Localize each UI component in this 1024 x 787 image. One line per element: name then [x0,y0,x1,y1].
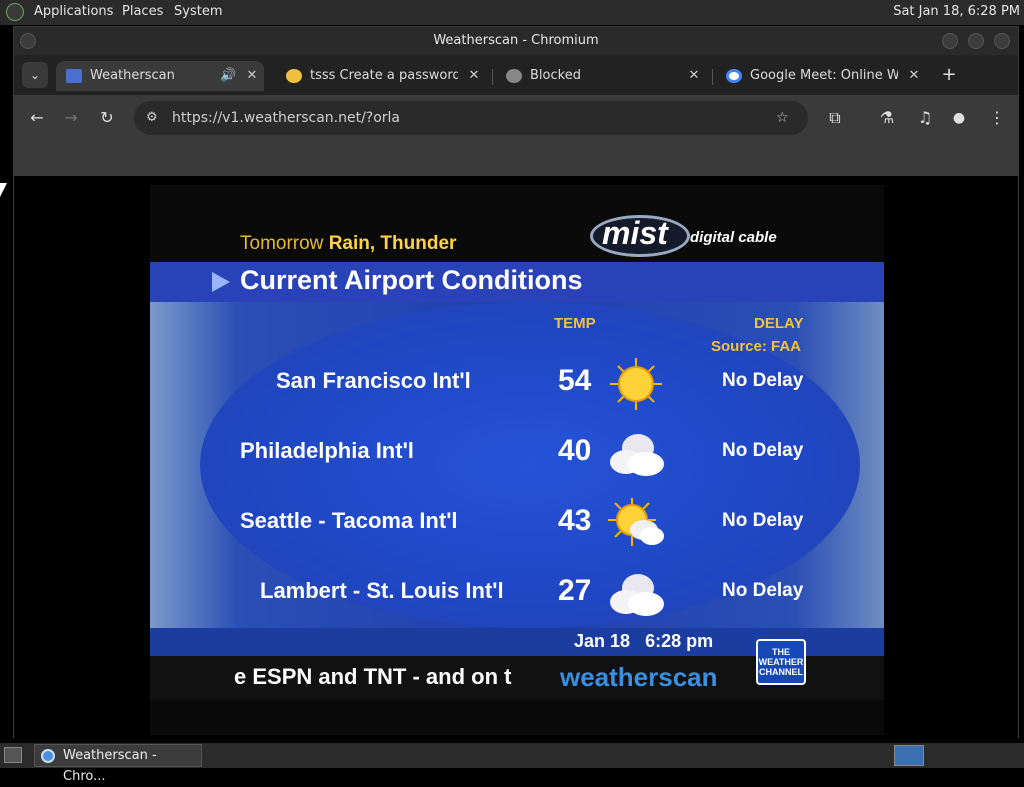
ticker-text: e ESPN and TNT - and on t [234,664,512,689]
show-desktop-icon[interactable] [4,747,22,763]
panel-clock[interactable]: Sat Jan 18, 6:28 PM [893,4,1020,19]
temp-column-header: TEMP [554,315,596,332]
partly-cloudy-icon [608,498,664,546]
page-viewport: Tomorrow Rain, Thunder mist digital cabl… [14,176,1018,738]
top-panel: Applications Places System Sat Jan 18, 6… [0,0,1024,25]
google-favicon-icon [726,69,742,83]
places-menu[interactable]: Places [122,4,163,19]
tab-label: Weatherscan [90,68,175,83]
site-info-icon[interactable]: ⚙ [146,101,158,135]
tomorrow-condition: Rain, Thunder [328,233,457,254]
chromium-icon [41,749,55,763]
tab-blocked[interactable]: Blocked ✕ [496,61,706,91]
conditions-panel: Current Airport Conditions TEMP DELAY So… [150,262,884,628]
tab-close-icon[interactable]: ✕ [244,61,260,91]
delay-source: Source: FAA [711,338,802,355]
play-arrow-icon [212,272,230,292]
weather-channel-logo: THE WEATHER CHANNEL [756,639,806,685]
airport-temp: 40 [558,434,592,467]
audio-icon[interactable]: 🔊 [220,61,236,91]
date-time: Jan 18 6:28 pm [574,631,713,652]
airport-name: Lambert - St. Louis Int'l [260,578,504,603]
tomorrow-label: Tomorrow [240,233,324,254]
cloudy-icon [610,434,664,476]
url-text: https://v1.weatherscan.net/?orla [172,110,401,126]
close-window-button[interactable] [994,33,1010,49]
mist-logo-text: mist [602,215,668,251]
airport-temp: 54 [558,364,592,397]
tab-google-meet[interactable]: Google Meet: Online Web ✕ [716,61,926,91]
maximize-button[interactable] [968,33,984,49]
tab-label: Google Meet: Online Web [750,68,898,83]
date-text: Jan 18 [574,631,631,651]
airport-temp: 43 [558,504,592,537]
window-menu-icon[interactable] [20,33,36,49]
profile-avatar-icon[interactable]: ● [946,105,972,131]
emoji-favicon-icon [286,69,302,83]
airport-row: San Francisco Int'l 54 No Delay [150,354,884,414]
taskbar-item-weatherscan[interactable]: Weatherscan - Chro... [34,744,202,784]
airport-name: Seattle - Tacoma Int'l [240,508,458,533]
tomorrow-forecast: Tomorrow Rain, Thunder [240,233,456,255]
window-titlebar[interactable]: Weatherscan - Chromium [14,27,1018,55]
airport-row: Philadelphia Int'l 40 No Delay [150,424,884,484]
section-title: Current Airport Conditions [240,265,583,295]
minimize-button[interactable] [942,33,958,49]
time-text: 6:28 pm [645,631,714,651]
tab-close-icon[interactable]: ✕ [466,61,482,91]
section-header: Current Airport Conditions [150,262,884,302]
browser-toolbar: ← → ↻ ⚙ https://v1.weatherscan.net/?orla… [14,95,1018,141]
cloudy-icon [610,574,664,616]
address-bar[interactable]: ⚙ https://v1.weatherscan.net/?orla ☆ [134,101,808,135]
weatherscan-screen: Tomorrow Rain, Thunder mist digital cabl… [150,185,884,735]
tab-search-button[interactable]: ⌄ [22,62,48,88]
digital-cable-text: digital cable [690,229,777,246]
weatherscan-favicon-icon [66,69,82,83]
browser-window: Weatherscan - Chromium ⌄ Weatherscan 🔊 ✕… [13,26,1019,738]
reload-icon[interactable]: ↻ [94,105,120,131]
workspace-switcher-icon[interactable] [894,745,924,766]
window-title: Weatherscan - Chromium [433,33,599,48]
tab-close-icon[interactable]: ✕ [906,61,922,91]
sunny-icon [610,358,662,410]
tab-close-icon[interactable]: ✕ [686,61,702,91]
tab-label: tsss Create a password-p [310,68,458,83]
bookmark-star-icon[interactable]: ☆ [776,101,789,135]
taskbar-item-label: Weatherscan - Chro... [63,748,157,784]
labs-flask-icon[interactable]: ⚗ [874,105,900,131]
delay-column-header: DELAY [754,315,804,332]
airport-temp: 27 [558,574,592,607]
airport-delay: No Delay [722,580,804,601]
extensions-icon[interactable]: ⧉ [822,105,848,131]
tab-tsss[interactable]: tsss Create a password-p ✕ [276,61,486,91]
airport-delay: No Delay [722,510,804,531]
globe-favicon-icon [506,69,522,83]
mouse-cursor-icon [0,183,14,197]
forward-arrow-icon[interactable]: → [58,105,84,131]
back-arrow-icon[interactable]: ← [24,105,50,131]
tab-label: Blocked [530,68,581,83]
airport-row: Lambert - St. Louis Int'l 27 No Delay [150,564,884,624]
airport-row: Seattle - Tacoma Int'l 43 No Delay [150,494,884,554]
tab-strip: ⌄ Weatherscan 🔊 ✕ tsss Create a password… [14,55,1018,95]
gnome-logo-icon[interactable] [6,3,24,21]
new-tab-button[interactable]: + [936,62,962,88]
airport-name: San Francisco Int'l [276,368,471,393]
system-menu[interactable]: System [174,4,222,19]
media-controls-icon[interactable]: ♫ [912,105,938,131]
weatherscan-logo-text: weatherscan [560,662,718,692]
airport-name: Philadelphia Int'l [240,438,414,463]
bookmarks-bar [14,141,1018,176]
airport-delay: No Delay [722,370,804,391]
airport-delay: No Delay [722,440,804,461]
bottom-panel: Weatherscan - Chro... [0,743,1024,784]
menu-kebab-icon[interactable]: ⋮ [984,105,1010,131]
applications-menu[interactable]: Applications [34,4,113,19]
tab-weatherscan[interactable]: Weatherscan 🔊 ✕ [56,61,264,91]
